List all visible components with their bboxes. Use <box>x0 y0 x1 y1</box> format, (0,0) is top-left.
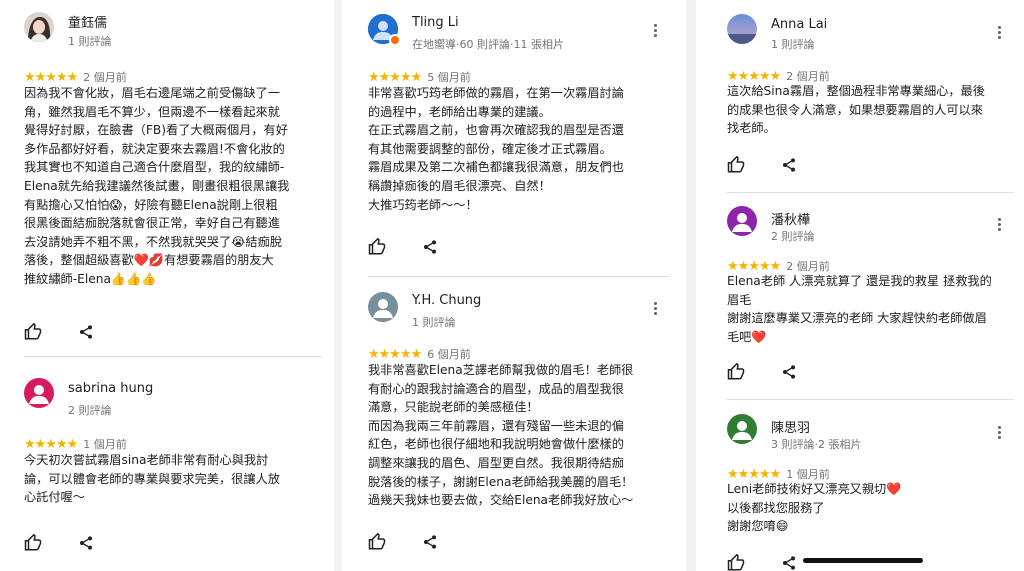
review-time: 2 個月前 <box>83 71 127 84</box>
more-options-icon[interactable] <box>998 218 1002 232</box>
reviewer-meta: 1 則評論 <box>412 316 456 329</box>
rating-line: ★★★★★ 6 個月前 <box>368 343 471 362</box>
review-text: Leni老師技術好又漂亮又親切❤️ 以後都找您服務了 謝謝您唷😄 <box>727 482 902 534</box>
reviewer-name[interactable]: 潘秋樺 <box>771 209 810 228</box>
review-actions <box>727 155 817 178</box>
more-options-icon[interactable] <box>998 26 1002 40</box>
review-card: Y.H. Chung 1 則評論 ★★★★★ 6 個月前 我非常喜歡Elena芝譯… <box>344 280 680 571</box>
divider <box>727 192 1014 193</box>
review-card: 潘秋樺 2 則評論 ★★★★★ 2 個月前 Elena老師 人漂亮就算了 還是我的… <box>703 194 1024 400</box>
thumb-up-icon[interactable] <box>727 362 745 385</box>
thumb-up-icon[interactable] <box>368 237 386 260</box>
column-gap <box>686 0 696 571</box>
avatar[interactable] <box>368 14 401 46</box>
review-card: sabrina hung 2 則評論 ★★★★★ 1 個月前 今天初次嘗試霧眉si… <box>0 360 332 571</box>
review-text: 今天初次嘗試霧眉sina老師非常有耐心與我討 論，可以體會老師的專業與要求完美，… <box>24 453 280 505</box>
review-text: 非常喜歡巧筠老師做的霧眉，在第一次霧眉討論 的過程中，老師給出專業的建議。 在正… <box>368 86 624 212</box>
star-rating: ★★★★★ <box>368 70 422 85</box>
review-card: Anna Lai 1 則評論 ★★★★★ 2 個月前 這次給Sina霧眉，整個過程… <box>703 0 1024 194</box>
more-options-icon[interactable] <box>654 302 658 316</box>
review-actions <box>24 322 114 345</box>
star-rating: ★★★★★ <box>24 437 78 452</box>
share-icon[interactable] <box>78 324 94 344</box>
reviewer-name[interactable]: Y.H. Chung <box>412 293 481 308</box>
divider <box>24 356 322 357</box>
review-text: 我非常喜歡Elena芝譯老師幫我做的眉毛！老師很 有耐心的跟我討論適合的眉型，成… <box>368 363 634 508</box>
reviewer-meta: 1 則評論 <box>68 35 112 48</box>
review-header: Y.H. Chung 1 則評論 <box>368 292 668 336</box>
thumb-up-icon[interactable] <box>368 532 386 555</box>
review-time: 6 個月前 <box>427 348 471 361</box>
avatar[interactable] <box>727 206 757 236</box>
review-actions <box>727 362 817 385</box>
thumb-up-icon[interactable] <box>24 533 42 556</box>
share-icon[interactable] <box>422 239 438 259</box>
home-indicator[interactable] <box>803 558 923 563</box>
review-column-2: Tling Li 在地嚮導·60 則評論·11 張相片 ★★★★★ 5 個月前 非… <box>344 0 680 571</box>
share-icon[interactable] <box>781 555 797 571</box>
reviewer-name[interactable]: Anna Lai <box>771 17 827 32</box>
reviewer-meta: 2 則評論 <box>771 230 815 243</box>
thumb-up-icon[interactable] <box>24 322 42 345</box>
thumb-up-icon[interactable] <box>727 155 745 178</box>
review-column-3: Anna Lai 1 則評論 ★★★★★ 2 個月前 這次給Sina霧眉，整個過程… <box>703 0 1024 571</box>
review-header: 潘秋樺 2 則評論 <box>727 206 1012 250</box>
review-text: 這次給Sina霧眉，整個過程非常專業細心，最後 的成果也很令人滿意，如果想要霧眉… <box>727 84 985 136</box>
column-gap <box>334 0 342 571</box>
avatar[interactable] <box>727 14 757 44</box>
review-header: 童鈺儒 1 則評論 <box>24 12 320 56</box>
divider <box>368 276 670 277</box>
reviewer-meta: 2 則評論 <box>68 404 112 417</box>
review-header: Anna Lai 1 則評論 <box>727 14 1012 58</box>
review-card: 陳思羽 3 則評論·2 張相片 ★★★★★ 1 個月前 Leni老師技術好又漂亮又… <box>703 400 1024 571</box>
rating-line: ★★★★★ 1 個月前 <box>24 433 127 452</box>
review-time: 5 個月前 <box>427 71 471 84</box>
rating-line: ★★★★★ 2 個月前 <box>727 65 830 84</box>
share-icon[interactable] <box>78 535 94 555</box>
avatar[interactable] <box>368 292 398 322</box>
avatar[interactable] <box>24 378 54 408</box>
thumb-up-icon[interactable] <box>727 553 745 571</box>
review-card: Tling Li 在地嚮導·60 則評論·11 張相片 ★★★★★ 5 個月前 非… <box>344 0 680 280</box>
reviewer-meta: 在地嚮導·60 則評論·11 張相片 <box>412 38 564 51</box>
star-rating: ★★★★★ <box>368 347 422 362</box>
reviewer-name[interactable]: 陳思羽 <box>771 417 810 436</box>
reviewer-name[interactable]: 童鈺儒 <box>68 12 107 31</box>
review-actions <box>368 237 458 260</box>
review-text: Elena老師 人漂亮就算了 還是我的救星 拯救我的 眉毛 謝謝這麼專業又漂亮的… <box>727 274 992 344</box>
reviewer-meta: 3 則評論·2 張相片 <box>771 438 862 451</box>
more-options-icon[interactable] <box>654 24 658 38</box>
rating-line: ★★★★★ 5 個月前 <box>368 66 471 85</box>
review-actions <box>368 532 458 555</box>
review-header: 陳思羽 3 則評論·2 張相片 <box>727 414 1012 458</box>
review-actions <box>24 533 114 556</box>
review-column-1: 童鈺儒 1 則評論 ★★★★★ 2 個月前 因為我不會化妝，眉毛右邊尾端之前受傷缺… <box>0 0 332 571</box>
share-icon[interactable] <box>781 364 797 384</box>
reviewer-name[interactable]: Tling Li <box>412 15 459 30</box>
share-icon[interactable] <box>422 534 438 554</box>
star-rating: ★★★★★ <box>24 70 78 85</box>
review-card: 童鈺儒 1 則評論 ★★★★★ 2 個月前 因為我不會化妝，眉毛右邊尾端之前受傷缺… <box>0 0 332 360</box>
share-icon[interactable] <box>781 157 797 177</box>
review-time: 1 個月前 <box>83 438 127 451</box>
local-guide-badge-icon <box>389 34 401 46</box>
avatar[interactable] <box>24 12 54 42</box>
review-header: Tling Li 在地嚮導·60 則評論·11 張相片 <box>368 14 668 58</box>
rating-line: ★★★★★ 2 個月前 <box>727 255 830 274</box>
review-header: sabrina hung 2 則評論 <box>24 378 320 422</box>
rating-line: ★★★★★ 1 個月前 <box>727 463 830 482</box>
rating-line: ★★★★★ 2 個月前 <box>24 66 127 85</box>
more-options-icon[interactable] <box>998 426 1002 440</box>
review-text: 因為我不會化妝，眉毛右邊尾端之前受傷缺了一 角，雖然我眉毛不算少，但兩邊不一樣看… <box>24 86 290 286</box>
reviewer-name[interactable]: sabrina hung <box>68 381 153 396</box>
avatar[interactable] <box>727 414 757 444</box>
reviewer-meta: 1 則評論 <box>771 38 815 51</box>
